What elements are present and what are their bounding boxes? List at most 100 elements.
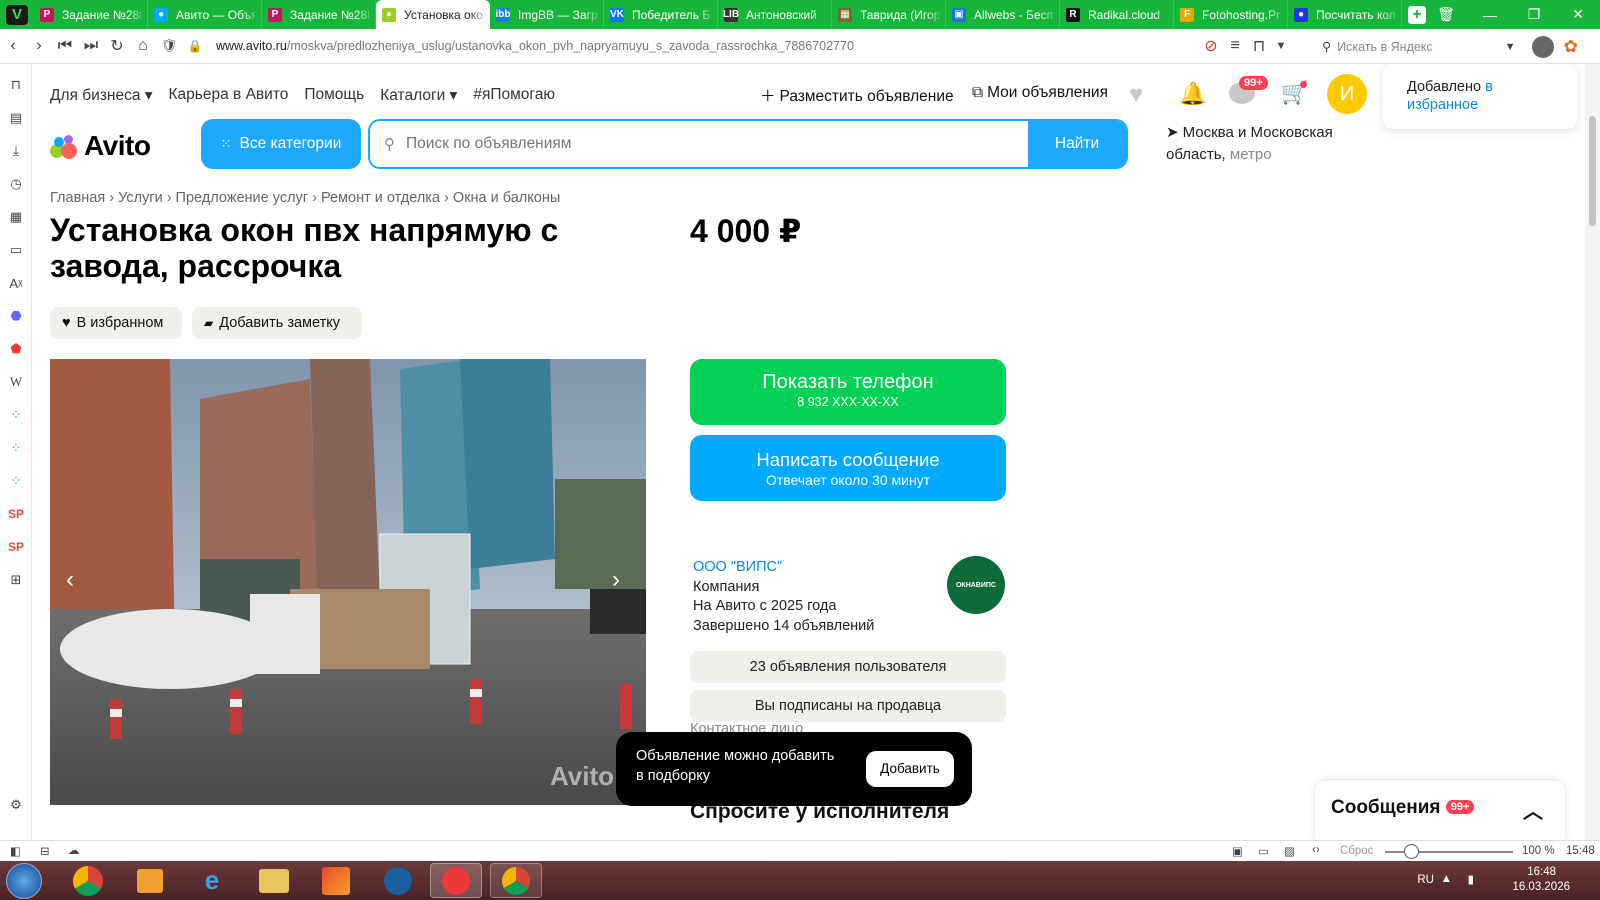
clock-time[interactable]: 16:48 [1527, 866, 1556, 878]
vivaldi-icon[interactable]: ⬟ [7, 340, 25, 358]
home-icon[interactable]: ⌂ [130, 37, 156, 55]
top-nav-link[interactable]: #яПомогаю [473, 86, 555, 105]
dropdown-icon[interactable]: ▼ [1505, 41, 1516, 53]
profile-icon[interactable] [1531, 35, 1554, 58]
url-field[interactable]: www.avito.ru/moskva/predlozheniya_uslug/… [216, 39, 1176, 53]
mastodon-icon[interactable]: ⬣ [7, 307, 25, 325]
browser-tab[interactable]: ibb ImgBB — Загр [490, 0, 604, 29]
start-button[interactable] [6, 863, 42, 899]
office-icon[interactable] [310, 863, 362, 898]
add-note-button[interactable]: ▰ Добавить заметку [192, 307, 362, 339]
wikipedia-icon[interactable]: W [7, 373, 25, 391]
user-avatar[interactable]: И [1327, 74, 1367, 114]
next-photo-arrow-icon[interactable]: › [612, 566, 620, 594]
close-button[interactable]: ✕ [1556, 6, 1600, 23]
window-panel-icon[interactable]: ▭ [7, 241, 25, 259]
trash-icon[interactable]: 🗑 [1424, 6, 1468, 23]
post-ad-button[interactable]: ＋ Разместить объявление [760, 84, 954, 106]
hp-icon[interactable] [372, 863, 424, 898]
seller-name[interactable]: ООО "ВИПС" [693, 558, 874, 578]
downloads-icon[interactable]: ⤓ [7, 142, 25, 160]
find-button[interactable]: Найти [1028, 121, 1126, 167]
notifications-bell-icon[interactable]: 🔔 [1179, 81, 1206, 107]
browser-tab[interactable]: ● Посчитать кол [1288, 0, 1402, 29]
favorites-heart-icon[interactable]: ♥ [1129, 81, 1143, 109]
history-icon[interactable]: ◷ [7, 175, 25, 193]
fox-icon[interactable]: ✿ [1564, 37, 1578, 57]
window-icon[interactable]: ▭ [1258, 844, 1269, 858]
image-icon[interactable]: ▨ [1284, 844, 1295, 858]
avito-panel-icon[interactable]: ⁘ [7, 472, 25, 490]
scrollbar-thumb[interactable] [1589, 116, 1596, 226]
top-nav-link[interactable]: Для бизнеса ▾ [50, 86, 153, 105]
location-selector[interactable]: ➤ Москва и Московская область, метро [1166, 122, 1366, 166]
top-nav-link[interactable]: Карьера в Авито [169, 86, 289, 105]
browser-tab[interactable]: ▦ Таврида (Игор [832, 0, 946, 29]
tray-expand-icon[interactable]: ▲ [1441, 873, 1452, 885]
listing-photo[interactable]: ‹ › Avito [50, 359, 646, 805]
avito-panel-icon[interactable]: ⁘ [7, 406, 25, 424]
seller-logo[interactable]: ОКНАВИПС [947, 556, 1005, 614]
settings-icon[interactable]: ⚙ [7, 796, 25, 814]
code-icon[interactable]: ‹› [1312, 844, 1320, 856]
user-ads-button[interactable]: 23 объявления пользователя [690, 651, 1006, 683]
in-favorites-button[interactable]: ♥ В избранном [50, 307, 182, 339]
minimize-button[interactable]: — [1468, 7, 1512, 23]
media-player-icon[interactable] [124, 863, 176, 898]
page-scrollbar[interactable] [1585, 64, 1600, 840]
tiling-icon[interactable]: ⊟ [40, 844, 50, 858]
maximize-button[interactable]: ❐ [1512, 6, 1556, 23]
previous-photo-arrow-icon[interactable]: ‹ [66, 566, 74, 594]
explorer-folder-icon[interactable] [248, 863, 300, 898]
browser-tab[interactable]: LIB Антоновский [718, 0, 832, 29]
capture-icon[interactable]: ▣ [1232, 844, 1243, 858]
browser-tab[interactable]: ● Авито — Объя [148, 0, 262, 29]
dropdown-icon[interactable]: ▼ [1268, 40, 1294, 52]
browser-tab[interactable]: ▣ Allwebs - Бесп [946, 0, 1060, 29]
language-indicator[interactable]: RU [1417, 874, 1434, 886]
messages-widget[interactable]: Сообщения 99+ ︿ [1315, 781, 1565, 840]
shield-icon[interactable]: 🛡 [156, 38, 182, 54]
chrome-icon[interactable] [62, 863, 114, 898]
reader-icon[interactable]: ≡ [1222, 37, 1248, 55]
browser-tab[interactable]: P Задание №2887 [34, 0, 148, 29]
add-to-collection-button[interactable]: Добавить [866, 751, 954, 787]
zoom-reset-button[interactable]: Сброс [1340, 845, 1373, 857]
reading-list-icon[interactable]: ▤ [7, 109, 25, 127]
browser-tab[interactable]: VK Победитель Б [604, 0, 718, 29]
reload-icon[interactable]: ↻ [104, 36, 130, 56]
write-message-button[interactable]: Написать сообщение Отвечает около 30 мин… [690, 435, 1006, 501]
cloud-sync-icon[interactable]: ☁ [68, 843, 80, 857]
network-icon[interactable]: ▮ [1468, 872, 1474, 886]
internet-explorer-icon[interactable]: e [186, 863, 238, 898]
top-nav-link[interactable]: Каталоги ▾ [380, 86, 457, 105]
extension-icon[interactable]: ⊘ [1198, 36, 1224, 56]
back-icon[interactable]: ‹ [0, 37, 26, 55]
chrome-taskbar-icon[interactable] [490, 863, 542, 898]
yandex-search-field[interactable]: ⚲ Искать в Яндекс ▼ ✿ [1322, 29, 1578, 64]
vivaldi-logo-icon[interactable]: V [6, 4, 28, 25]
avito-panel-icon[interactable]: ⁘ [7, 439, 25, 457]
all-categories-button[interactable]: ⁙ Все категории [201, 119, 361, 169]
panel-toggle-icon[interactable]: ◧ [10, 844, 21, 858]
show-phone-button[interactable]: Показать телефон 8 932 XXX-XX-XX [690, 359, 1006, 425]
sp-panel-icon[interactable]: SP [7, 505, 25, 523]
chevron-up-icon[interactable]: ︿ [1523, 795, 1543, 824]
search-input[interactable] [370, 122, 990, 166]
subscribed-button[interactable]: Вы подписаны на продавца [690, 690, 1006, 722]
sp-panel-icon[interactable]: SP [7, 538, 25, 556]
browser-tab[interactable]: R Radikal.cloud [1060, 0, 1174, 29]
add-panel-icon[interactable]: ⊞ [7, 571, 25, 589]
browser-tab[interactable]: F Fotohosting.Pr [1174, 0, 1288, 29]
fast-forward-icon[interactable]: ⏭ [78, 37, 104, 55]
clock-date[interactable]: 16.03.2026 [1512, 881, 1570, 893]
avito-logo[interactable]: Avito [50, 130, 151, 162]
top-nav-link[interactable]: Помощь [304, 86, 364, 105]
browser-tab[interactable]: ● Установка окон [376, 0, 490, 29]
forward-icon[interactable]: › [26, 37, 52, 55]
bookmarks-panel-icon[interactable]: ⊓ [7, 76, 25, 94]
translate-icon[interactable]: Aᵡ [7, 274, 25, 292]
browser-tab[interactable]: P Задание №2887 [262, 0, 376, 29]
zoom-slider-thumb[interactable] [1404, 844, 1419, 859]
breadcrumb[interactable]: Главная › Услуги › Предложение услуг › Р… [50, 190, 560, 206]
